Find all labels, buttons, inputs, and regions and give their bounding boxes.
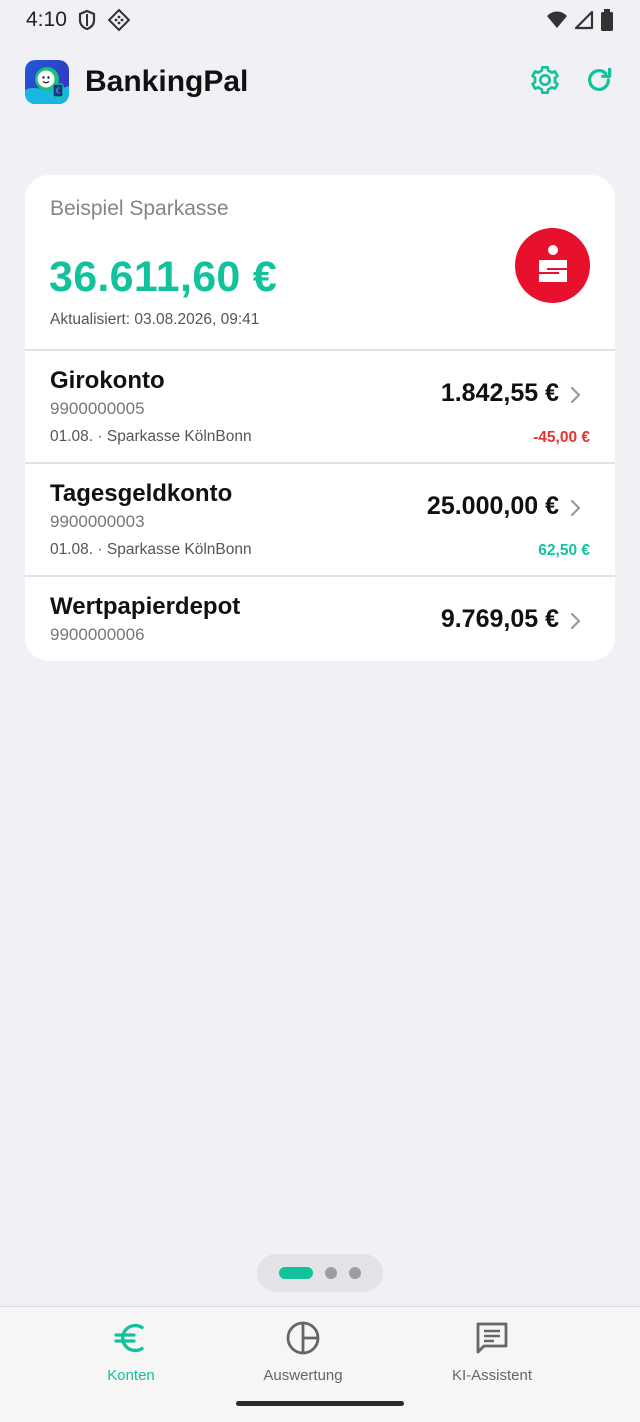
nav-item-ki-assistent[interactable]: KI-Assistent: [412, 1321, 572, 1384]
home-indicator[interactable]: [236, 1401, 404, 1406]
account-row-tagesgeldkonto[interactable]: Tagesgeldkonto 9900000003 01.08. · Spark…: [25, 464, 615, 575]
status-right: [546, 9, 614, 31]
pie-chart-icon: [285, 1320, 321, 1361]
wifi-icon: [546, 10, 568, 30]
app-logo-icon: €: [25, 60, 69, 104]
svg-text:€: €: [55, 87, 60, 96]
account-balance: 25.000,00 €: [426, 492, 559, 520]
bank-updated-timestamp: Aktualisiert: 03.08.2026, 09:41: [50, 311, 260, 328]
account-row-girokonto[interactable]: Girokonto 9900000005 01.08. · Sparkasse …: [25, 351, 615, 462]
sparkasse-logo-icon: [515, 228, 590, 303]
account-number: 9900000003: [50, 512, 145, 531]
chat-icon: [474, 1320, 510, 1361]
nav-item-konten[interactable]: Konten: [51, 1321, 211, 1384]
nav-label: KI-Assistent: [451, 1367, 533, 1384]
app-title: BankingPal: [85, 65, 249, 98]
account-balance: 1.842,55 €: [440, 379, 559, 407]
account-last-transaction: 01.08. · Sparkasse KölnBonn: [50, 541, 252, 558]
bottom-navigation: Konten Auswertung KI-Assistent: [0, 1306, 640, 1422]
nav-item-auswertung[interactable]: Auswertung: [223, 1321, 383, 1384]
gear-icon: [529, 64, 561, 101]
account-name: Wertpapierdepot: [50, 593, 241, 620]
shield-icon: [77, 9, 97, 31]
settings-button[interactable]: [529, 64, 561, 101]
app-actions: [529, 64, 615, 101]
battery-icon: [600, 9, 614, 31]
euro-icon: [113, 1320, 149, 1361]
nav-label: Auswertung: [263, 1367, 343, 1384]
account-change: 62,50 €: [538, 542, 590, 559]
refresh-button[interactable]: [583, 66, 615, 98]
account-change: -45,00 €: [533, 429, 590, 446]
account-last-transaction: 01.08. · Sparkasse KölnBonn: [50, 428, 252, 445]
status-left: 4:10: [26, 8, 131, 32]
bank-card: Beispiel Sparkasse 36.611,60 € Aktualisi…: [25, 175, 615, 661]
account-name: Girokonto: [50, 367, 165, 394]
chevron-right-icon: [565, 497, 585, 519]
account-balance: 9.769,05 €: [440, 605, 559, 633]
status-time: 4:10: [26, 8, 67, 31]
vpn-diamond-icon: [107, 8, 131, 32]
account-name: Tagesgeldkonto: [50, 480, 233, 507]
nav-label: Konten: [107, 1367, 155, 1384]
account-number: 9900000005: [50, 399, 145, 418]
refresh-icon: [584, 65, 614, 100]
page-dot[interactable]: [325, 1267, 337, 1279]
chevron-right-icon: [565, 610, 585, 632]
page-dot[interactable]: [349, 1267, 361, 1279]
app-bar: € BankingPal: [0, 56, 640, 108]
page-indicator[interactable]: [257, 1254, 383, 1292]
page-dot-active[interactable]: [279, 1267, 313, 1279]
chevron-right-icon: [565, 384, 585, 406]
bank-header[interactable]: Beispiel Sparkasse 36.611,60 € Aktualisi…: [25, 175, 615, 349]
account-row-wertpapierdepot[interactable]: Wertpapierdepot 9900000006 9.769,05 €: [25, 577, 615, 661]
account-number: 9900000006: [50, 625, 145, 644]
status-bar: 4:10: [0, 0, 640, 40]
bank-name: Beispiel Sparkasse: [50, 197, 229, 220]
signal-icon: [574, 10, 594, 30]
bank-total-balance: 36.611,60 €: [49, 253, 278, 301]
